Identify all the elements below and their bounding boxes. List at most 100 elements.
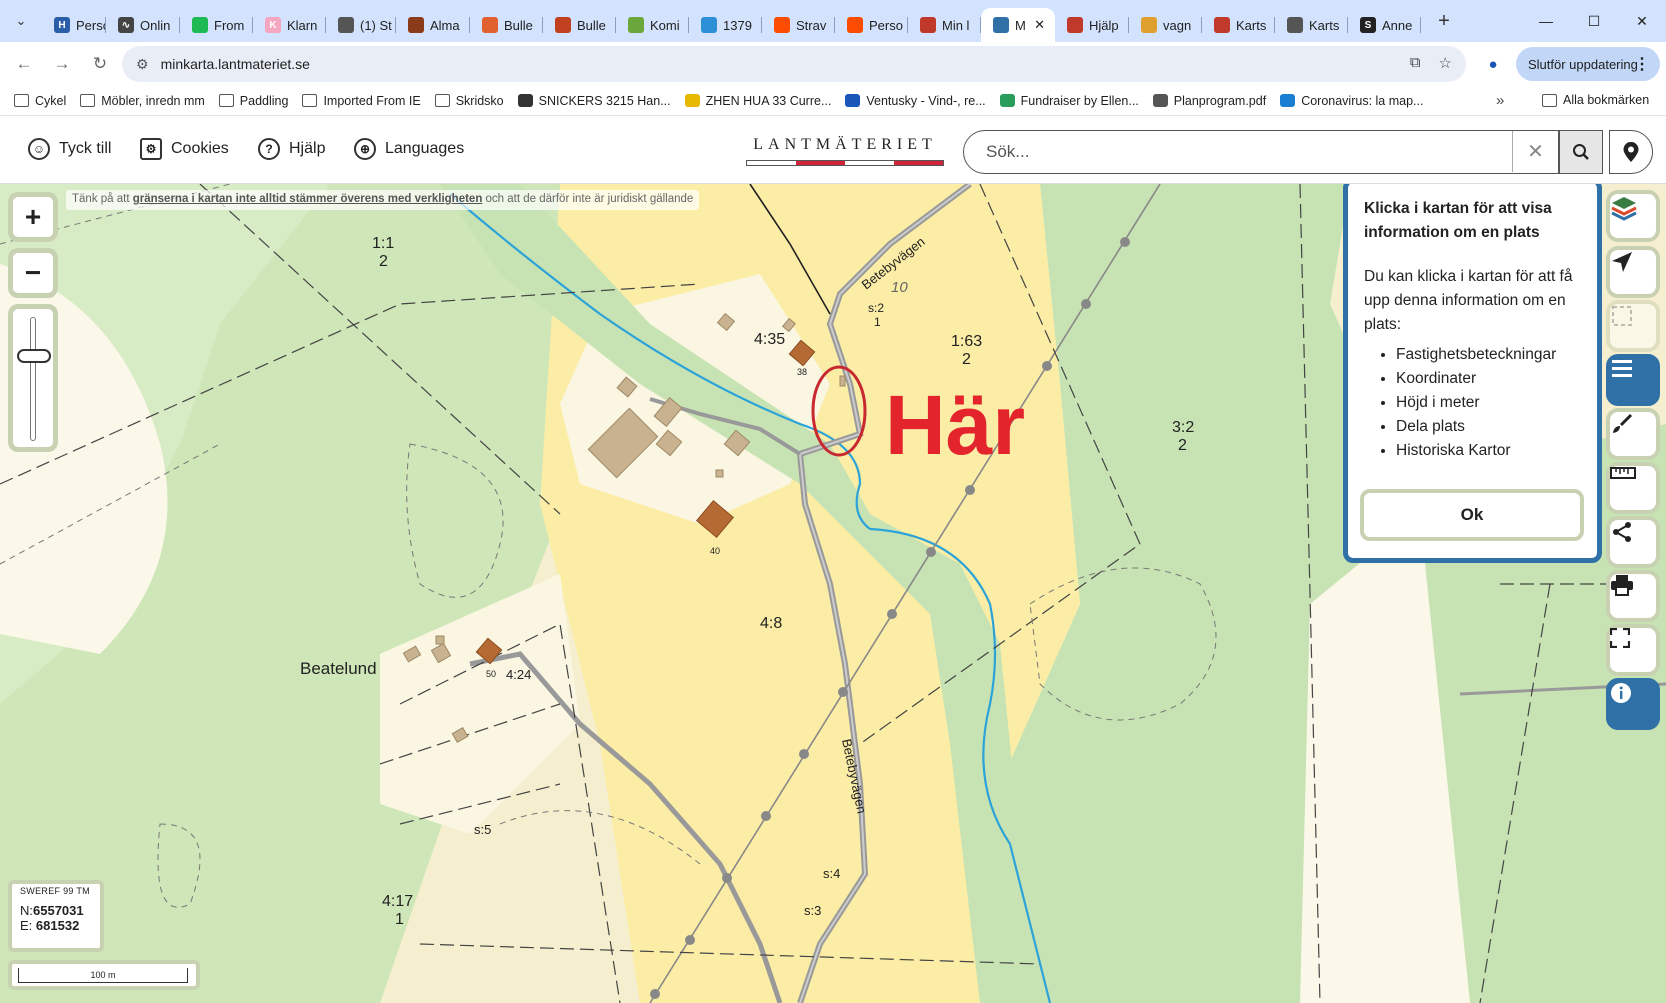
browser-tab[interactable]: 1379: [689, 8, 762, 42]
zoom-out-button[interactable]: −: [8, 248, 58, 298]
address-bar[interactable]: ⚙ minkarta.lantmateriet.se ⧉ ☆: [122, 46, 1466, 82]
maximize-button[interactable]: ☐: [1570, 0, 1618, 42]
browser-tab[interactable]: From: [180, 8, 253, 42]
navigate-button[interactable]: [1606, 246, 1660, 298]
browser-tab[interactable]: S Anne: [1348, 8, 1421, 42]
browser-tab[interactable]: Alma: [396, 8, 470, 42]
install-app-icon[interactable]: ⧉: [1410, 54, 1421, 72]
share-button[interactable]: [1606, 516, 1660, 568]
bookmarks-overflow-icon[interactable]: »: [1496, 92, 1504, 109]
info-button[interactable]: [1606, 678, 1660, 730]
reload-button[interactable]: ↻: [82, 46, 118, 82]
bookmark-item[interactable]: Fundraiser by Ellen...: [999, 94, 1139, 108]
browser-tab[interactable]: Hjälp: [1055, 8, 1129, 42]
close-window-button[interactable]: ✕: [1618, 0, 1666, 42]
bookmark-item[interactable]: Skridsko: [434, 94, 504, 108]
east-value: 681532: [35, 918, 80, 933]
new-tab-button[interactable]: +: [1427, 10, 1461, 33]
print-button[interactable]: [1606, 570, 1660, 622]
folder-icon: [218, 94, 234, 107]
browser-tab[interactable]: M ✕: [981, 8, 1055, 42]
bookmark-item[interactable]: Cykel: [14, 94, 66, 108]
browser-tab[interactable]: Komi: [616, 8, 689, 42]
cookies-button[interactable]: ⚙ Cookies: [140, 138, 229, 160]
tab-label: Bulle: [577, 17, 606, 33]
search-input[interactable]: Sök... ✕: [963, 130, 1559, 174]
info-panel-item: Dela plats: [1396, 415, 1581, 439]
fullscreen-button[interactable]: [1606, 624, 1660, 676]
zoom-in-button[interactable]: +: [8, 192, 58, 242]
browser-tab[interactable]: Bulle: [543, 8, 616, 42]
tab-search-chevron-icon[interactable]: ⌄: [0, 0, 42, 42]
parcel-label: 3:2: [1172, 419, 1194, 436]
browser-tab[interactable]: vagn: [1129, 8, 1202, 42]
browser-tab[interactable]: ∿ Onlin: [106, 8, 180, 42]
profile-icon[interactable]: ●: [1479, 50, 1507, 78]
clear-search-icon[interactable]: ✕: [1512, 131, 1558, 172]
browser-tab[interactable]: Karts: [1275, 8, 1348, 42]
minimize-button[interactable]: —: [1522, 0, 1570, 42]
parcel-label: 4:8: [760, 615, 782, 632]
browser-tab[interactable]: K Klarn: [253, 8, 326, 42]
search-button[interactable]: [1559, 130, 1603, 174]
coordinate-display: SWEREF 99 TM N:6557031 E: 681532: [8, 880, 104, 952]
parcel-label: 4:24: [506, 667, 531, 682]
disclaimer-link[interactable]: gränserna i kartan inte alltid stämmer ö…: [133, 193, 483, 205]
bookmark-item[interactable]: ZHEN HUA 33 Curre...: [684, 94, 831, 108]
tab-label: Karts: [1309, 17, 1340, 33]
zoom-slider[interactable]: [8, 304, 58, 452]
browser-nav-bar: ← → ↻ ⚙ minkarta.lantmateriet.se ⧉ ☆ ● S…: [0, 42, 1666, 86]
map-canvas[interactable]: 1:1 2 4:35 1:63 2 3:2 2 4:8 4:24 4:17 1 …: [0, 184, 1666, 1003]
parcel-label: 2: [379, 253, 388, 270]
browser-tab[interactable]: Bulle: [470, 8, 543, 42]
tab-label: Komi: [650, 17, 680, 33]
languages-button[interactable]: ⊕ Languages: [354, 138, 464, 160]
tab-label: Anne: [1382, 17, 1413, 33]
bookmark-item[interactable]: Paddling: [218, 94, 288, 108]
forward-button[interactable]: →: [44, 46, 80, 82]
ok-button[interactable]: Ok: [1360, 489, 1584, 541]
cookies-label: Cookies: [171, 140, 229, 157]
feedback-button[interactable]: ☺ Tyck till: [28, 138, 111, 160]
bookmark-item[interactable]: Möbler, inredn mm: [80, 94, 205, 108]
select-area-button[interactable]: [1606, 300, 1660, 352]
menu-kebab-icon[interactable]: ⋮: [1634, 54, 1650, 74]
back-button[interactable]: ←: [6, 46, 42, 82]
help-button[interactable]: ? Hjälp: [258, 138, 325, 160]
browser-tab-bar: ⌄ H Perso ∿ Onlin From K Klarn (1) St Alma Bulle B…: [0, 0, 1666, 42]
bookmark-label: SNICKERS 3215 Han...: [538, 93, 671, 108]
lantmateriet-logo[interactable]: LANTMÄTERIET: [746, 136, 944, 166]
menu-button[interactable]: [1606, 354, 1660, 406]
browser-tab[interactable]: Perso: [835, 8, 908, 42]
browser-tab[interactable]: Strav: [762, 8, 835, 42]
info-panel-item: Koordinater: [1396, 367, 1581, 391]
parcel-label: 1: [874, 315, 881, 329]
layers-button[interactable]: [1606, 190, 1660, 242]
bookmark-item[interactable]: Ventusky - Vind-, re...: [845, 94, 986, 108]
tab-favicon-icon: [1141, 17, 1157, 33]
bookmark-item[interactable]: Coronavirus: la map...: [1280, 94, 1423, 108]
ruler-icon: [1610, 467, 1636, 479]
browser-tab[interactable]: Min l: [908, 8, 981, 42]
draw-button[interactable]: [1606, 408, 1660, 460]
browser-tab[interactable]: (1) St: [326, 8, 396, 42]
bookmark-item[interactable]: Planprogram.pdf: [1152, 94, 1266, 108]
info-panel-list: FastighetsbeteckningarKoordinaterHöjd i …: [1396, 343, 1581, 463]
bookmark-item[interactable]: SNICKERS 3215 Han...: [517, 93, 671, 108]
tab-label: 1379: [723, 17, 752, 33]
update-button[interactable]: Slutför uppdatering ⋮: [1516, 47, 1660, 81]
bookmark-label: Cykel: [35, 93, 67, 108]
zoom-slider-handle[interactable]: [17, 349, 51, 364]
brush-icon: [1613, 413, 1633, 433]
all-bookmarks-button[interactable]: Alla bokmärken: [1542, 93, 1649, 107]
browser-tab[interactable]: H Perso: [42, 8, 106, 42]
bookmark-star-icon[interactable]: ☆: [1439, 54, 1452, 72]
close-tab-icon[interactable]: ✕: [1034, 17, 1045, 33]
tab-label: Klarn: [287, 17, 318, 33]
bookmark-item[interactable]: Imported From IE: [302, 94, 421, 108]
location-pin-button[interactable]: [1609, 130, 1653, 174]
elevation-label: 10: [891, 279, 908, 296]
browser-tab[interactable]: Karts: [1202, 8, 1275, 42]
site-info-icon[interactable]: ⚙: [136, 56, 149, 73]
measure-button[interactable]: [1606, 462, 1660, 514]
